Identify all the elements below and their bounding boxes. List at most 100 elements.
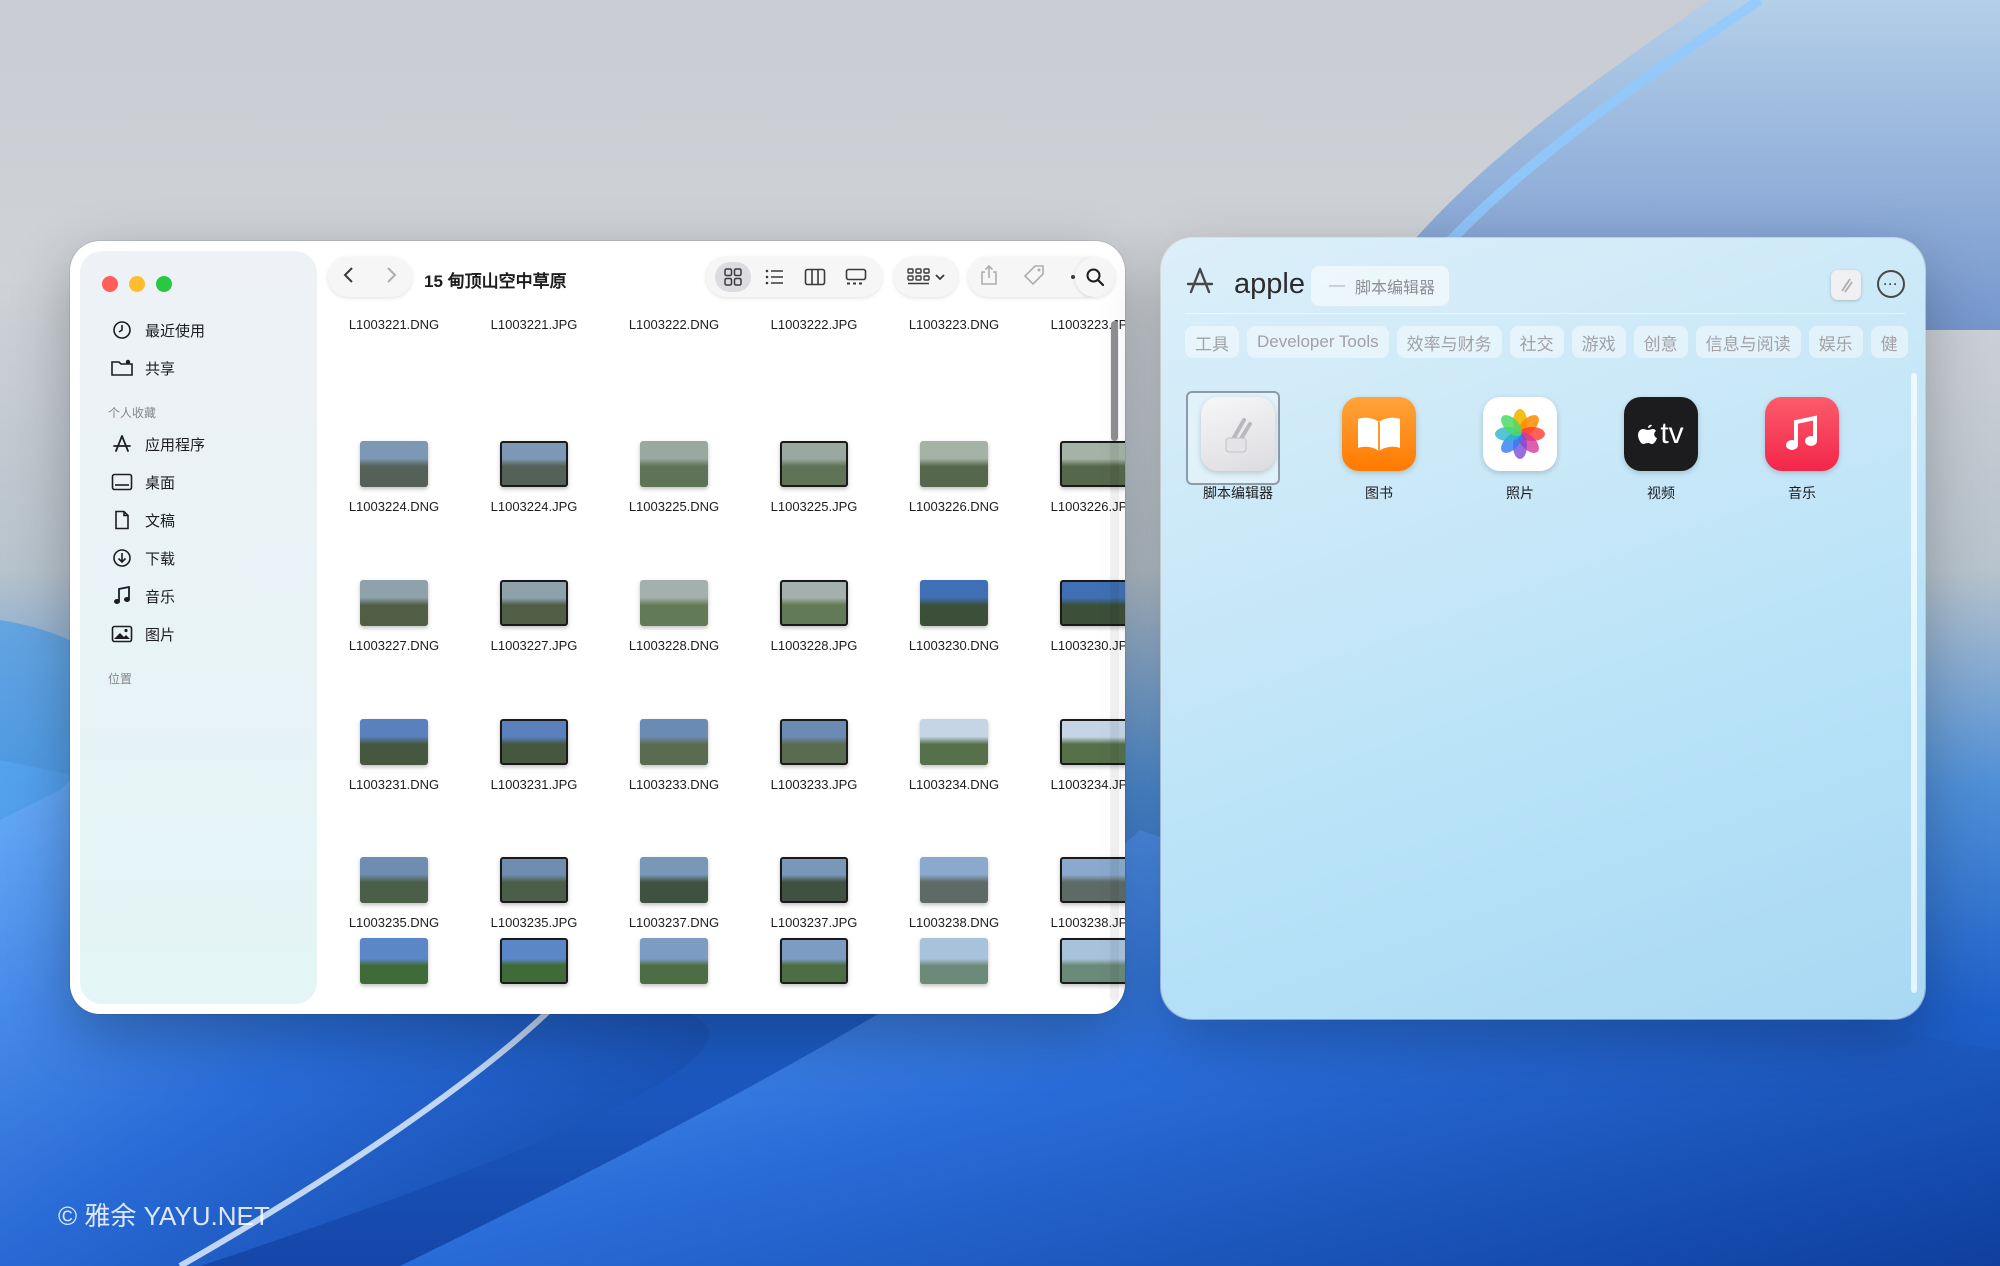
file-item[interactable]: L1003238.DNG [884,857,1024,930]
photo-thumbnail [500,719,568,765]
photo-thumbnail[interactable] [920,938,988,984]
file-item[interactable]: L1003223.DNG [884,317,1024,332]
file-name: L1003223.DNG [908,317,1000,332]
file-item[interactable]: L1003237.DNG [604,857,744,930]
file-item[interactable]: L1003228.DNG [604,580,744,653]
sidebar-item-pictures[interactable]: 图片 [80,615,317,653]
app-result-apple-tv[interactable]: tv 视频 [1606,397,1716,503]
photo-thumbnail [780,441,848,487]
category-tab[interactable]: 效率与财务 [1396,326,1502,358]
photo-thumbnail[interactable] [780,938,848,984]
file-item[interactable]: L1003233.DNG [604,719,744,792]
photo-thumbnail[interactable] [640,938,708,984]
applications-icon [110,432,134,456]
app-store-icon [1185,266,1215,301]
vertical-scrollbar[interactable] [1110,321,1119,1001]
scrollbar-knob[interactable] [1111,321,1118,441]
file-item[interactable]: L1003226.DNG [884,441,1024,514]
sidebar-item-downloads[interactable]: 下载 [80,539,317,577]
sidebar-item-recents[interactable]: 最近使用 [80,311,317,349]
app-label: 视频 [1647,485,1675,501]
photo-thumbnail [780,580,848,626]
zoom-button[interactable] [156,276,172,292]
file-item[interactable]: L1003224.DNG [324,441,464,514]
script-editor-shortcut-icon[interactable] [1831,270,1861,300]
file-grid: L1003221.DNG L1003221.JPG L1003222.DNG L100… [324,241,1125,1014]
category-tab[interactable]: 社交 [1509,326,1564,358]
file-item[interactable]: L1003221.DNG [324,317,464,332]
app-result-photos[interactable]: 照片 [1465,397,1575,503]
file-name: L1003235.DNG [348,915,440,930]
photo-thumbnail[interactable] [500,938,568,984]
file-item[interactable]: L1003231.JPG [464,719,604,792]
file-name: L1003233.JPG [770,777,858,792]
file-item[interactable]: L1003224.JPG [464,441,604,514]
photo-thumbnail [360,719,428,765]
sidebar-item-label: 下载 [145,550,176,568]
photos-icon [1465,397,1575,471]
app-label: 照片 [1506,485,1534,501]
close-button[interactable] [102,276,118,292]
file-item[interactable]: L1003233.JPG [744,719,884,792]
category-tab[interactable]: 创意 [1633,326,1688,358]
app-label: 脚本编辑器 [1203,485,1273,501]
header-divider [1185,313,1905,314]
file-name: L1003227.DNG [348,638,440,653]
file-item[interactable]: L1003227.JPG [464,580,604,653]
file-item[interactable]: L1003231.DNG [324,719,464,792]
file-item[interactable]: L1003225.DNG [604,441,744,514]
file-item[interactable]: L1003228.JPG [744,580,884,653]
app-result-script-editor[interactable]: 脚本编辑器 [1183,391,1293,503]
search-token[interactable]: — 脚本编辑器 [1311,266,1450,306]
file-item[interactable]: L1003235.JPG [464,857,604,930]
category-tab[interactable]: 工具 [1185,326,1239,358]
more-options-button[interactable]: ··· [1877,270,1905,298]
category-tab[interactable]: 游戏 [1571,326,1626,358]
app-search-window: apple — 脚本编辑器 ··· 工具 Developer Tools 效率与财务社… [1161,238,1925,1019]
vertical-scrollbar[interactable] [1911,373,1917,993]
music-icon [1747,397,1857,471]
photo-thumbnail [640,719,708,765]
app-result-music[interactable]: 音乐 [1747,397,1857,503]
music-note-icon [110,584,134,608]
tv-text: tv [1660,417,1684,450]
file-item[interactable]: L1003221.JPG [464,317,604,332]
photo-thumbnail[interactable] [360,938,428,984]
window-controls [102,276,172,292]
script-editor-icon [1183,397,1293,471]
desktop-icon [110,470,134,494]
file-item[interactable]: L1003222.DNG [604,317,744,332]
minimize-button[interactable] [129,276,145,292]
photo-thumbnail [640,857,708,903]
photo-thumbnail [920,580,988,626]
app-result-books[interactable]: 图书 [1324,397,1434,503]
category-tab[interactable]: 娱乐 [1808,326,1863,358]
file-item[interactable]: L1003225.JPG [744,441,884,514]
sidebar-item-label: 文稿 [145,512,176,530]
file-name: L1003237.JPG [770,915,858,930]
photo-thumbnail [640,441,708,487]
file-item[interactable]: L1003230.DNG [884,580,1024,653]
sidebar-item-desktop[interactable]: 桌面 [80,463,317,501]
sidebar-item-label: 音乐 [145,588,176,606]
file-name: L1003224.DNG [348,499,440,514]
sidebar-item-label: 图片 [145,626,176,644]
file-item[interactable]: L1003235.DNG [324,857,464,930]
category-tab[interactable]: Developer Tools [1247,326,1389,358]
locations-header: 位置 [108,672,133,686]
sidebar-item-music[interactable]: 音乐 [80,577,317,615]
file-item[interactable]: L1003222.JPG [744,317,884,332]
photo-thumbnail [360,441,428,487]
category-tab[interactable]: 健 [1870,326,1908,358]
file-item[interactable]: L1003227.DNG [324,580,464,653]
search-query[interactable]: apple [1234,268,1305,301]
file-name: L1003237.DNG [628,915,720,930]
file-item[interactable]: L1003237.JPG [744,857,884,930]
file-name: L1003225.DNG [628,499,720,514]
category-tab[interactable]: 信息与阅读 [1695,326,1801,358]
file-item[interactable]: L1003234.DNG [884,719,1024,792]
sidebar-item-shared[interactable]: 共享 [80,349,317,387]
file-name: L1003235.JPG [490,915,578,930]
sidebar-item-documents[interactable]: 文稿 [80,501,317,539]
sidebar-item-applications[interactable]: 应用程序 [80,425,317,463]
